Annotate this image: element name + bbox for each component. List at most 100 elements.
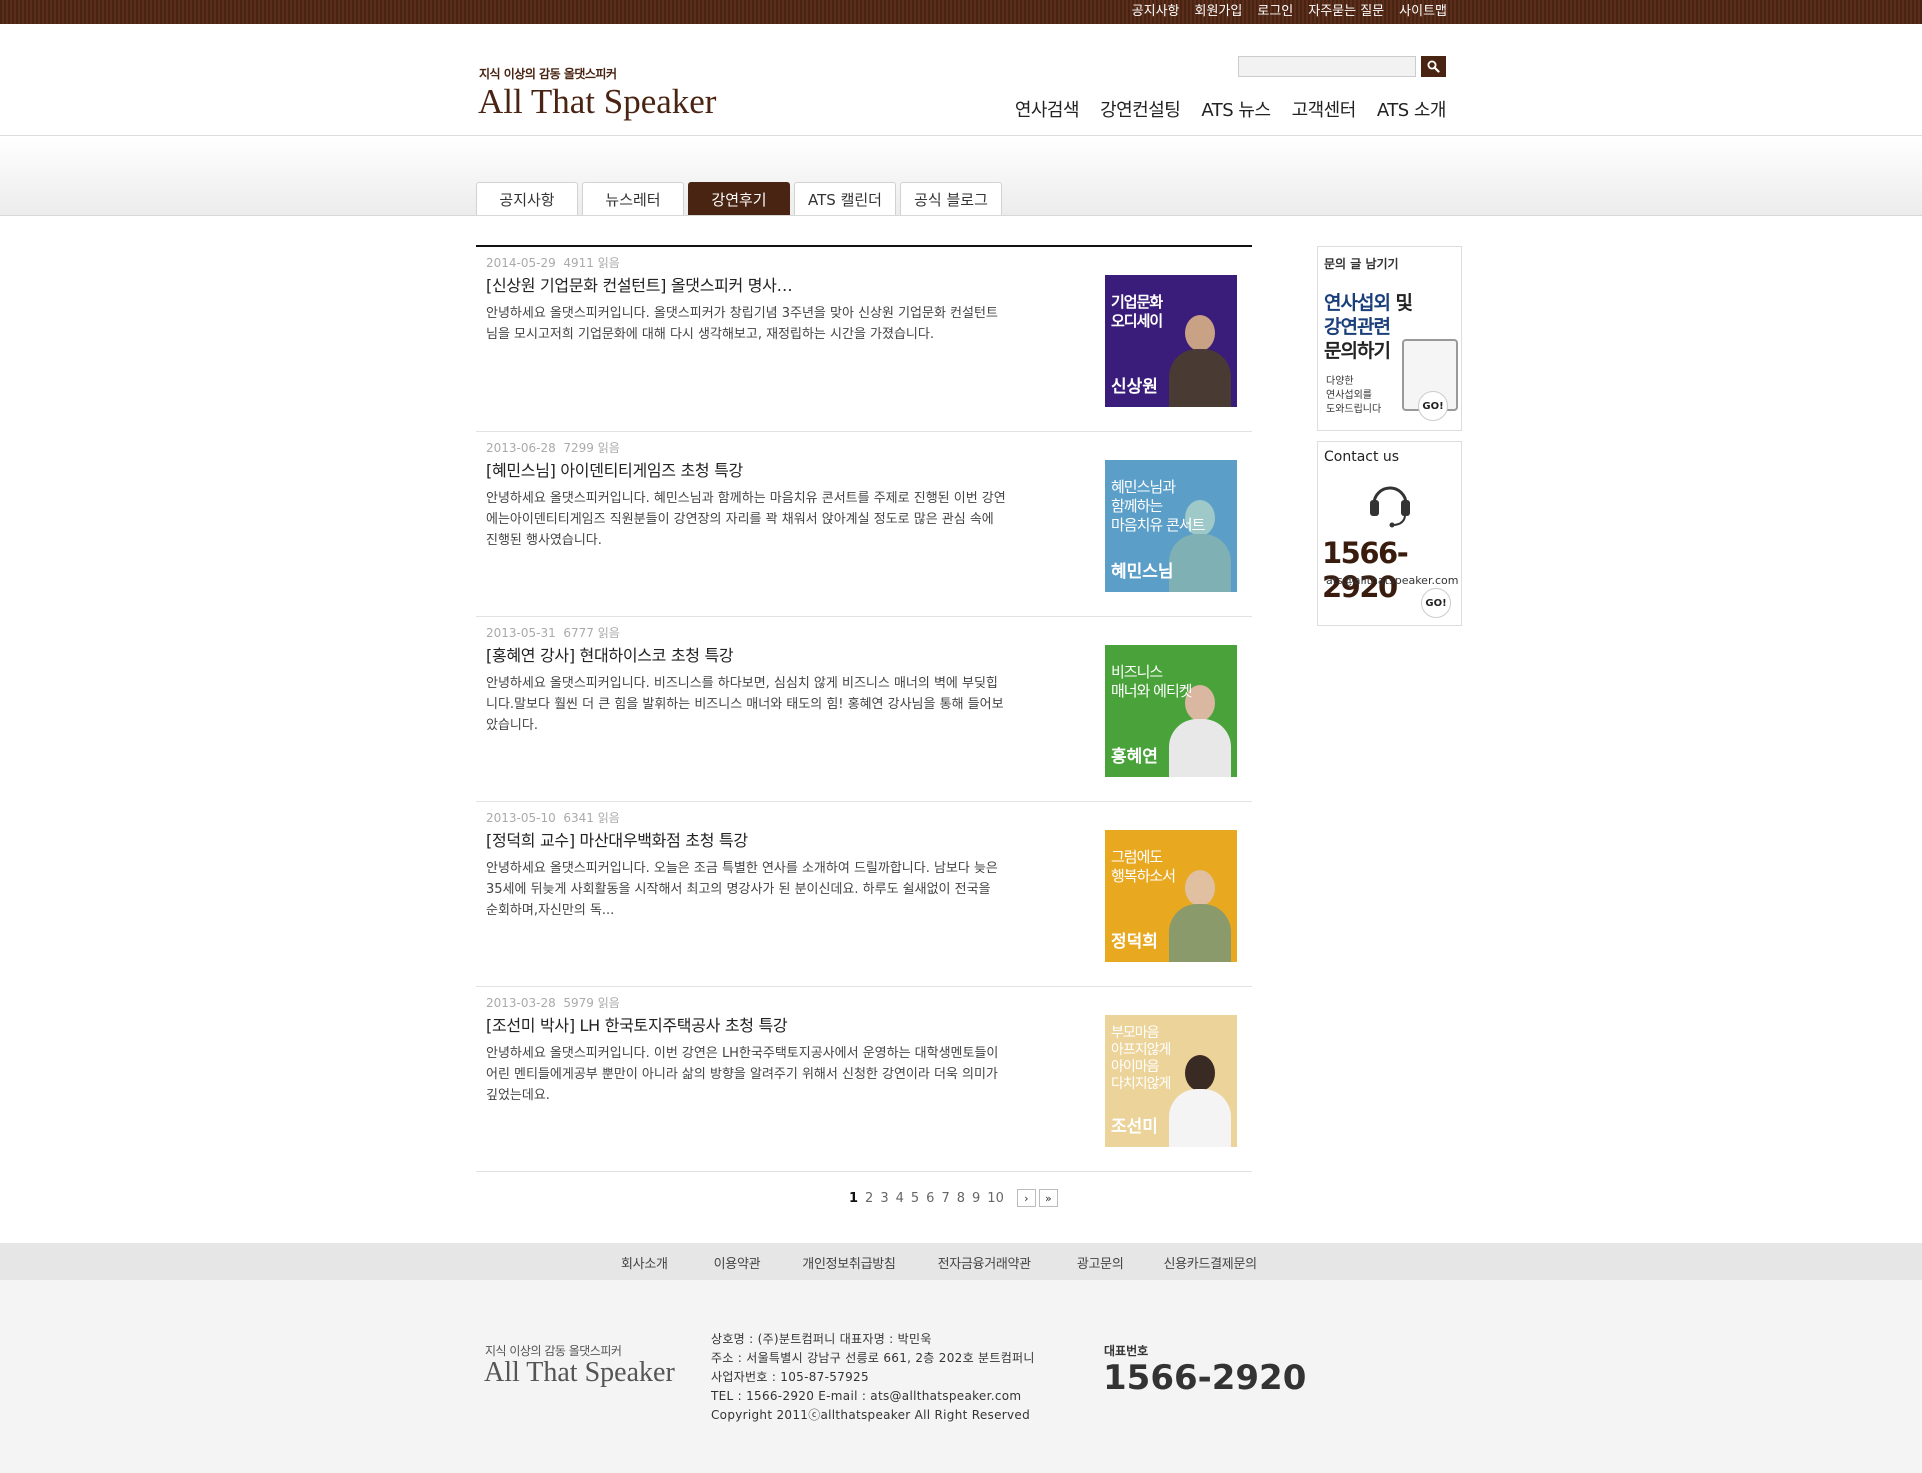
next-page-button[interactable]: › — [1016, 1189, 1036, 1207]
post-views: 5979 읽음 — [563, 996, 620, 1010]
footer-link-ad-inquiry[interactable]: 광고문의 — [1077, 1253, 1124, 1272]
footer-link-privacy[interactable]: 개인정보취급방침 — [802, 1253, 896, 1272]
page-link[interactable]: 6 — [926, 1191, 934, 1206]
tab-lecture-review[interactable]: 강연후기 — [688, 182, 790, 215]
post-thumbnail[interactable]: 혜민스님과 함께하는 마음치유 콘서트 혜민스님 — [1105, 460, 1237, 592]
post-title[interactable]: [혜민스님] 아이덴티티게임즈 초청 특강 — [486, 457, 743, 481]
copyright-line: Copyright 2011ⓒallthatspeaker All Right … — [711, 1408, 1030, 1422]
thumbnail-name: 혜민스님 — [1111, 562, 1174, 582]
sub-tabs: 공지사항 뉴스레터 강연후기 ATS 캘린더 공식 블로그 — [476, 182, 1002, 215]
footer-links: 회사소개 이용약관 개인정보취급방침 전자금융거래약관 광고문의 신용카드결제문… — [621, 1253, 1257, 1272]
page-link[interactable]: 8 — [957, 1191, 965, 1206]
utility-link-notice[interactable]: 공지사항 — [1132, 3, 1180, 21]
footer-link-efinance-terms[interactable]: 전자금융거래약관 — [938, 1253, 1032, 1272]
post-description: 안녕하세요 올댓스피커입니다. 올댓스피커가 창립기념 3주년을 맞아 신상원 … — [486, 306, 998, 342]
footer-link-card-payment[interactable]: 신용카드결제문의 — [1163, 1253, 1257, 1272]
tab-newsletter[interactable]: 뉴스레터 — [582, 182, 684, 215]
utility-link-faq[interactable]: 자주묻는 질문 — [1308, 3, 1384, 21]
post-title[interactable]: [홍혜연 강사] 현대하이스코 초청 특강 — [486, 642, 734, 666]
post-thumbnail[interactable]: 그럼에도 행복하소서 정덕희 — [1105, 830, 1237, 962]
post-title[interactable]: [신상원 기업문화 컨설턴트] 올댓스피커 명사… — [486, 272, 793, 296]
page-link[interactable]: 1 — [849, 1191, 858, 1206]
contact-line: TEL : 1566-2920 E-mail : ats@allthatspea… — [711, 1389, 1022, 1403]
inquiry-heading-line1b: 및 — [1389, 292, 1414, 314]
thumbnail-caption: 그럼에도 행복하소서 — [1111, 848, 1176, 885]
contact-email: ats@allthatspeaker.com — [1326, 574, 1459, 587]
page-link[interactable]: 7 — [941, 1191, 949, 1206]
list-item: 2013-06-28 7299 읽음 [혜민스님] 아이덴티티게임즈 초청 특강… — [476, 432, 1252, 617]
site-header: 지식 이상의 감동 올댓스피커 All That Speaker 연사검색 강연… — [0, 24, 1922, 136]
tab-ats-calendar[interactable]: ATS 캘린더 — [794, 182, 896, 215]
page-link[interactable]: 9 — [972, 1191, 980, 1206]
header-tagline: 지식 이상의 감동 올댓스피커 — [479, 67, 617, 81]
main-nav: 연사검색 강연컨설팅 ATS 뉴스 고객센터 ATS 소개 — [1015, 96, 1447, 122]
nav-lecture-consulting[interactable]: 강연컨설팅 — [1100, 96, 1181, 122]
utility-link-login[interactable]: 로그인 — [1257, 3, 1293, 21]
tab-official-blog[interactable]: 공식 블로그 — [900, 182, 1002, 215]
inquiry-banner[interactable]: 문의 글 남기기 연사섭외 및 강연관련 문의하기 다양한 연사섭외를 도와드립… — [1317, 246, 1462, 431]
inquiry-heading-line2: 강연관련 — [1324, 316, 1391, 338]
utility-link-sitemap[interactable]: 사이트맵 — [1399, 3, 1447, 21]
post-description: 안녕하세요 올댓스피커입니다. 비즈니스를 하다보면, 심심치 않게 비즈니스 … — [486, 676, 1004, 733]
contact-banner[interactable]: Contact us 1566-2920 ats@allthatspeaker.… — [1317, 441, 1462, 626]
post-views: 4911 읽음 — [563, 256, 620, 270]
post-description: 안녕하세요 올댓스피커입니다. 혜민스님과 함께하는 마음치유 콘서트를 주제로… — [486, 491, 1006, 548]
top-utility-bar: 공지사항 회원가입 로그인 자주묻는 질문 사이트맵 — [0, 0, 1922, 24]
inquiry-heading-line1: 연사섭외 — [1324, 292, 1391, 314]
nav-customer-center[interactable]: 고객센터 — [1292, 96, 1357, 122]
contact-go-button[interactable]: GO! — [1421, 588, 1451, 618]
page-link[interactable]: 4 — [896, 1191, 904, 1206]
speaker-photo — [1169, 870, 1231, 962]
post-thumbnail[interactable]: 비즈니스 매너와 에티켓 홍혜연 — [1105, 645, 1237, 777]
page-link[interactable]: 3 — [880, 1191, 888, 1206]
utility-link-signup[interactable]: 회원가입 — [1195, 3, 1243, 21]
footer-link-terms[interactable]: 이용약관 — [714, 1253, 761, 1272]
post-title[interactable]: [정덕희 교수] 마산대우백화점 초청 특강 — [486, 827, 748, 851]
search-icon — [1427, 60, 1440, 73]
tab-notice[interactable]: 공지사항 — [476, 182, 578, 215]
nav-speaker-search[interactable]: 연사검색 — [1015, 96, 1080, 122]
thumbnail-caption: 기업문화 오디세이 — [1111, 293, 1163, 330]
thumbnail-name: 신상원 — [1111, 377, 1158, 397]
company-info: 상호명 : (주)분트컴퍼니 대표자명 : 박민욱 주소 : 서울특별시 강남구… — [711, 1330, 1035, 1425]
post-views: 6341 읽음 — [563, 811, 620, 825]
search-input[interactable] — [1238, 56, 1416, 77]
post-list: 2014-05-29 4911 읽음 [신상원 기업문화 컨설턴트] 올댓스피커… — [476, 245, 1252, 1172]
post-date: 2013-03-28 — [486, 996, 556, 1010]
last-page-button[interactable]: » — [1038, 1189, 1058, 1207]
search-button[interactable] — [1421, 56, 1446, 77]
company-name-line: 상호명 : (주)분트컴퍼니 대표자명 : 박민욱 — [711, 1332, 932, 1346]
post-meta: 2013-03-28 5979 읽음 — [486, 994, 620, 1011]
contact-label: Contact us — [1324, 449, 1400, 465]
utility-links: 공지사항 회원가입 로그인 자주묻는 질문 사이트맵 — [1132, 3, 1447, 21]
company-address-line: 주소 : 서울특별시 강남구 선릉로 661, 2층 202호 분트컴퍼니 — [711, 1351, 1035, 1365]
site-logo[interactable]: All That Speaker — [478, 82, 716, 122]
post-date: 2014-05-29 — [486, 256, 556, 270]
list-item: 2013-05-31 6777 읽음 [홍혜연 강사] 현대하이스코 초청 특강… — [476, 617, 1252, 802]
page-link[interactable]: 2 — [865, 1191, 873, 1206]
nav-about-ats[interactable]: ATS 소개 — [1377, 96, 1447, 122]
post-meta: 2013-06-28 7299 읽음 — [486, 439, 620, 456]
inquiry-label: 문의 글 남기기 — [1324, 257, 1399, 271]
post-date: 2013-06-28 — [486, 441, 556, 455]
post-views: 6777 읽음 — [563, 626, 620, 640]
footer-link-company[interactable]: 회사소개 — [621, 1253, 668, 1272]
post-description: 안녕하세요 올댓스피커입니다. 오늘은 조금 특별한 연사를 소개하여 드릴까합… — [486, 861, 998, 918]
inquiry-go-button[interactable]: GO! — [1418, 391, 1448, 421]
post-date: 2013-05-10 — [486, 811, 556, 825]
post-description: 안녕하세요 올댓스피커입니다. 이번 강연은 LH한국주택토지공사에서 운영하는… — [486, 1046, 999, 1103]
list-item: 2013-05-10 6341 읽음 [정덕희 교수] 마산대우백화점 초청 특… — [476, 802, 1252, 987]
post-title[interactable]: [조선미 박사] LH 한국토지주택공사 초청 특강 — [486, 1012, 788, 1036]
nav-ats-news[interactable]: ATS 뉴스 — [1201, 96, 1271, 122]
footer-logo: All That Speaker — [484, 1357, 675, 1388]
inquiry-heading-line3: 문의하기 — [1324, 340, 1391, 362]
post-meta: 2013-05-10 6341 읽음 — [486, 809, 620, 826]
inquiry-heading: 연사섭외 및 강연관련 문의하기 — [1324, 291, 1414, 363]
site-footer: 지식 이상의 감동 올댓스피커 All That Speaker 상호명 : (… — [0, 1280, 1922, 1473]
page-link[interactable]: 5 — [911, 1191, 919, 1206]
post-thumbnail[interactable]: 기업문화 오디세이 신상원 — [1105, 275, 1237, 407]
footer-phone: 1566-2920 — [1103, 1358, 1307, 1398]
post-thumbnail[interactable]: 부모마음 아프지않게 아이마음 다치지않게 조선미 — [1105, 1015, 1237, 1147]
page-link[interactable]: 10 — [987, 1191, 1004, 1206]
headset-icon — [1370, 486, 1410, 528]
